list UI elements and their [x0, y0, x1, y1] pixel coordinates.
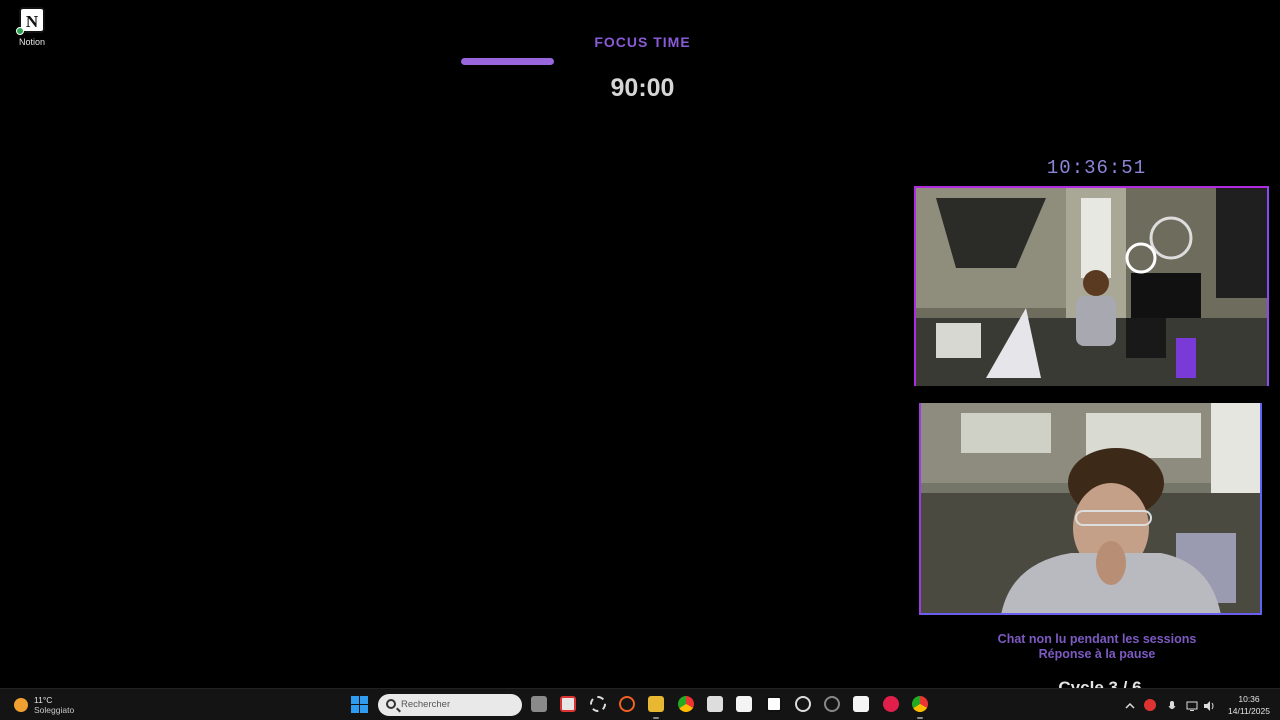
focus-title: FOCUS TIME	[594, 34, 691, 50]
notion-taskbar-icon[interactable]	[766, 696, 782, 712]
capcut-alt-icon[interactable]	[853, 696, 869, 712]
webcam-face-image	[921, 403, 1260, 613]
desktop-icon-notion[interactable]: N Notion	[12, 6, 52, 47]
svg-text:N: N	[26, 12, 39, 31]
app-tray-icon[interactable]	[1144, 699, 1156, 711]
windows-logo-icon	[360, 705, 368, 713]
taskbar-clock[interactable]: 10:36 14/11/2025	[1224, 693, 1274, 717]
chat-notice-line2: Réponse à la pause	[1038, 647, 1156, 661]
settings-gear-icon[interactable]	[590, 696, 606, 712]
webcam-room-image	[916, 188, 1267, 386]
network-icon[interactable]	[1186, 699, 1198, 711]
file-explorer-icon[interactable]	[648, 696, 664, 719]
chat-notice-line1: Chat non lu pendant les sessions	[997, 632, 1197, 646]
notion-icon: N	[16, 6, 46, 35]
sun-icon	[14, 698, 28, 712]
taskbar: 11°C Soleggiato Rechercher 10:36 14/11/2…	[0, 688, 1280, 720]
media-player-icon[interactable]	[883, 696, 899, 712]
chevron-up-icon[interactable]	[1124, 699, 1136, 711]
windows-logo-icon	[351, 696, 359, 704]
microphone-icon[interactable]	[1166, 699, 1178, 711]
chrome-active-icon[interactable]	[912, 696, 928, 719]
windows-logo-icon	[360, 696, 368, 704]
focus-timer: 90:00	[610, 74, 675, 102]
start-button[interactable]	[351, 696, 368, 713]
taskbar-date: 14/11/2025	[1228, 706, 1270, 716]
capcut-icon[interactable]	[736, 696, 752, 712]
chatgpt-icon[interactable]	[795, 696, 811, 712]
weather-temp: 11°C	[34, 695, 53, 705]
desktop-icon-label: Notion	[18, 37, 45, 47]
weather-condition: Soleggiato	[34, 705, 75, 715]
task-view-icon[interactable]	[531, 696, 547, 712]
clock: 10:36:51	[1046, 157, 1147, 179]
taskbar-search[interactable]: Rechercher	[378, 694, 522, 716]
chrome-icon[interactable]	[678, 696, 694, 712]
windows-logo-icon	[351, 705, 359, 713]
webcam-face-view	[919, 403, 1262, 615]
snip-tool-icon[interactable]	[560, 696, 576, 712]
volume-icon[interactable]	[1203, 699, 1215, 711]
search-app-icon[interactable]	[619, 696, 635, 712]
focus-progress-bar	[461, 58, 824, 65]
taskbar-time: 10:36	[1238, 694, 1260, 704]
search-placeholder: Rechercher	[401, 699, 451, 710]
focus-progress-fill	[461, 58, 554, 65]
search-icon	[386, 699, 396, 709]
openai-icon[interactable]	[824, 696, 840, 712]
webcam-room-view	[914, 186, 1269, 386]
weather-widget[interactable]: 11°C Soleggiato	[12, 694, 92, 716]
store-icon[interactable]	[707, 696, 723, 712]
sync-status-icon	[16, 27, 24, 35]
chat-notice: Chat non lu pendant les sessions Réponse…	[960, 632, 1234, 662]
